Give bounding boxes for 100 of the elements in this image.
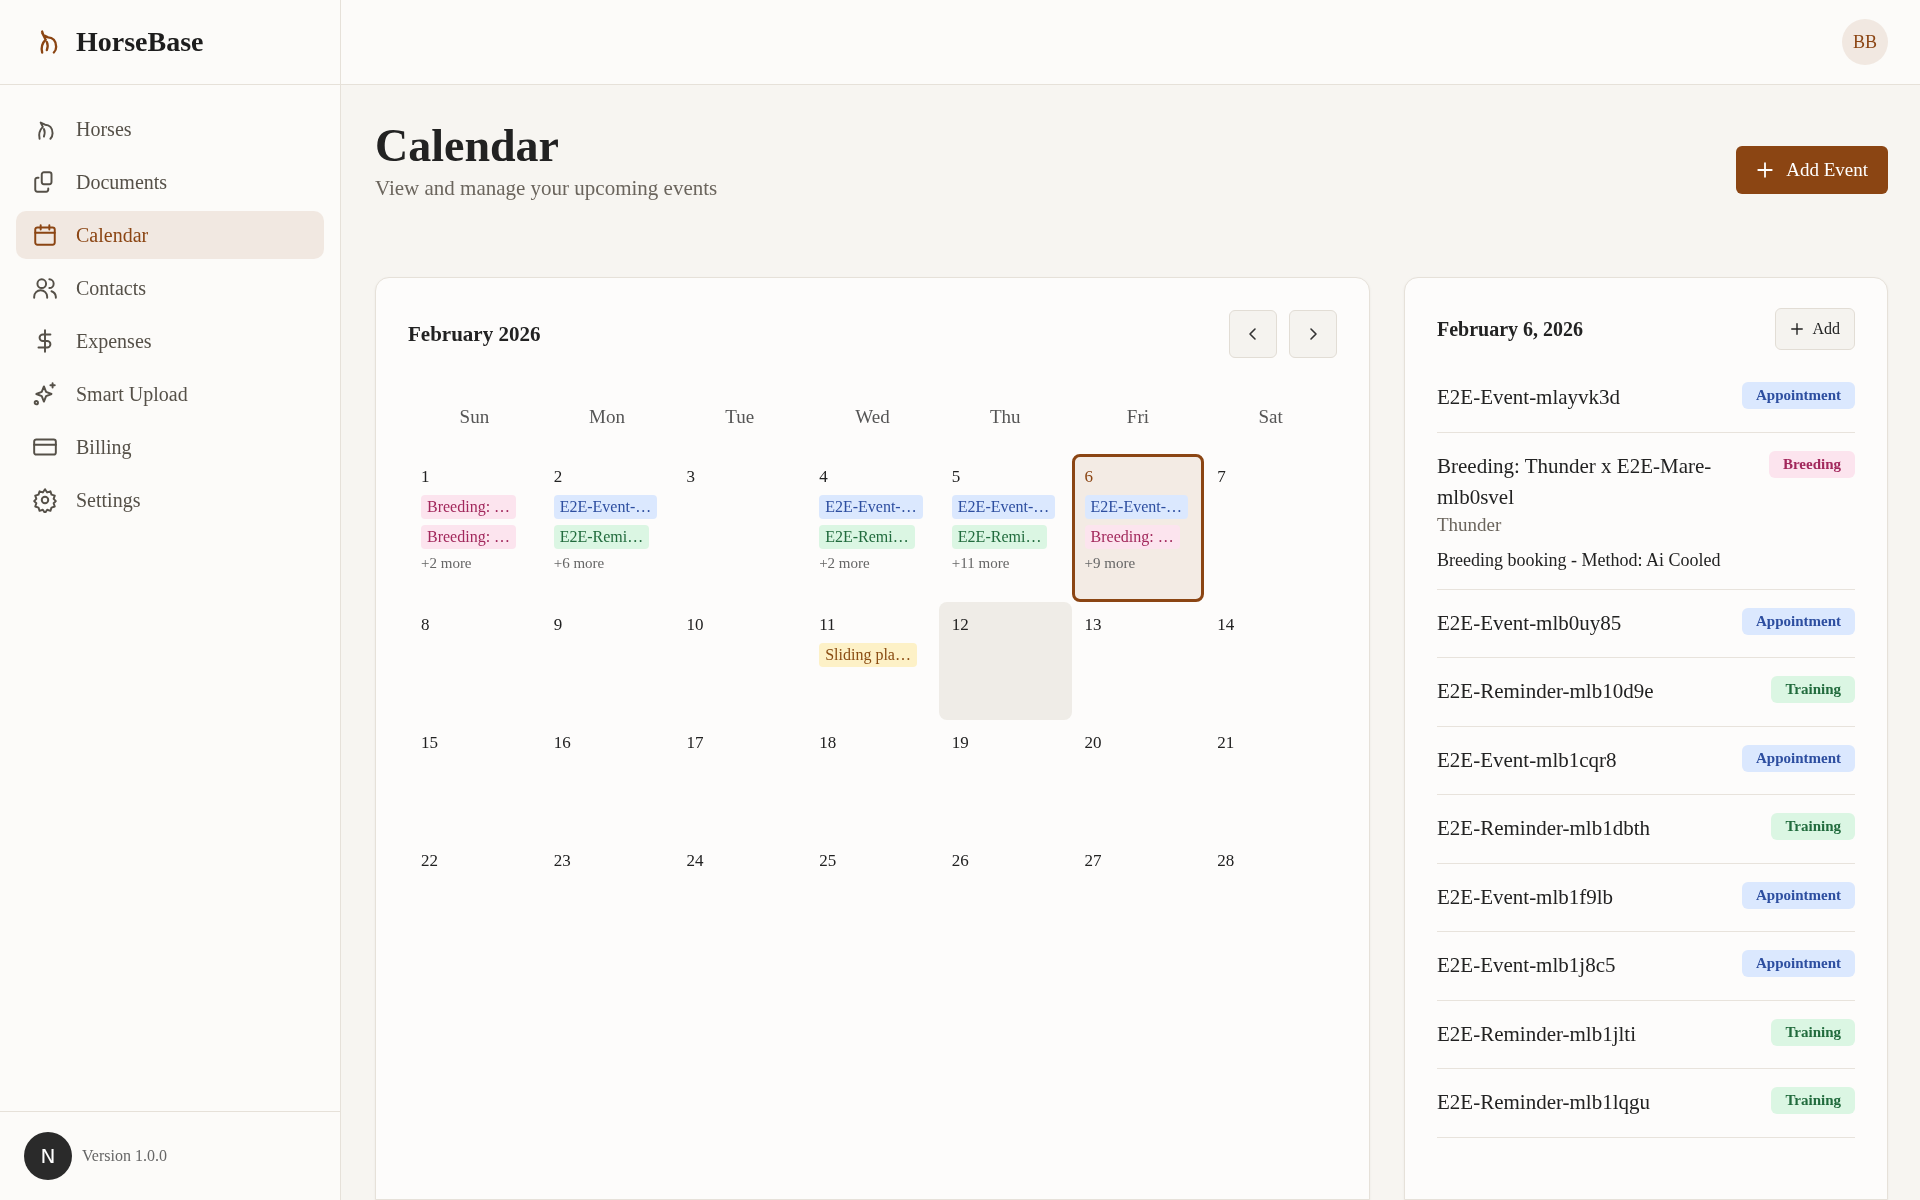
- sidebar-item[interactable]: Smart Upload: [16, 370, 324, 418]
- day-number: 3: [686, 467, 695, 487]
- event-chip[interactable]: E2E-Remi…: [819, 525, 915, 549]
- event-type-tag: Training: [1771, 676, 1855, 703]
- dev-tools-button[interactable]: N: [24, 1132, 72, 1180]
- more-events-link[interactable]: +11 more: [951, 555, 1010, 572]
- event-title[interactable]: E2E-Reminder-mlb1jlti: [1437, 1018, 1637, 1050]
- sidebar-item[interactable]: Horses: [16, 105, 324, 153]
- day-cell[interactable]: 15: [408, 720, 541, 838]
- day-cell[interactable]: 14: [1204, 602, 1337, 720]
- event-chip[interactable]: Breeding: …: [421, 495, 517, 519]
- event-title[interactable]: Breeding: Thunder x E2E-Mare-mlb0svel: [1437, 450, 1727, 514]
- day-cell[interactable]: 24: [673, 838, 807, 956]
- event-title[interactable]: E2E-Reminder-mlb1dbth: [1437, 813, 1651, 845]
- event-type-tag: Training: [1771, 813, 1855, 840]
- day-number: 5: [951, 467, 961, 487]
- day-cell[interactable]: 13: [1071, 602, 1205, 720]
- event-chip[interactable]: Breeding: …: [1084, 525, 1180, 549]
- version-text: Version 1.0.0: [82, 1147, 167, 1165]
- add-event-button[interactable]: Add Event: [1736, 146, 1888, 194]
- day-number: 7: [1217, 467, 1226, 487]
- day-cell[interactable]: 11 Sliding pla…: [806, 602, 939, 720]
- weekday-label: Fri: [1125, 405, 1150, 429]
- page-title: Calendar: [375, 119, 560, 172]
- day-cell[interactable]: 10: [673, 602, 807, 720]
- day-number: 2: [553, 467, 563, 487]
- day-cell[interactable]: 7: [1204, 454, 1337, 602]
- more-events-link[interactable]: +6 more: [553, 555, 605, 572]
- event-title[interactable]: E2E-Event-mlb1cqr8: [1437, 744, 1617, 776]
- sidebar-item[interactable]: Contacts: [16, 264, 324, 312]
- day-cell[interactable]: 5 E2E-Event-… E2E-Remi… +11 more: [938, 454, 1072, 602]
- day-cell[interactable]: 12: [938, 602, 1072, 720]
- day-cell[interactable]: 4 E2E-Event-… E2E-Remi… +2 more: [806, 454, 939, 602]
- sidebar-item[interactable]: Documents: [16, 158, 324, 206]
- weekday-label: Sun: [458, 405, 491, 429]
- day-cell[interactable]: 20: [1071, 720, 1205, 838]
- calendar-icon: [32, 222, 58, 248]
- more-events-link[interactable]: +2 more: [819, 555, 870, 572]
- event-chip[interactable]: Sliding pla…: [819, 643, 917, 667]
- event-title[interactable]: E2E-Event-mlb0uy85: [1437, 607, 1622, 639]
- sidebar-item[interactable]: Calendar: [16, 211, 324, 259]
- event-chip[interactable]: E2E-Event-…: [951, 495, 1056, 519]
- day-cell[interactable]: 2 E2E-Event-… E2E-Remi… +6 more: [540, 454, 674, 602]
- event-chip[interactable]: E2E-Event-…: [1084, 495, 1189, 519]
- event-chip[interactable]: Breeding: …: [421, 525, 517, 549]
- day-cell[interactable]: 6 E2E-Event-… Breeding: … +9 more: [1071, 454, 1205, 602]
- day-number: 19: [951, 733, 969, 753]
- weekday-label: Sat: [1257, 405, 1284, 429]
- weekday-label: Tue: [724, 405, 756, 429]
- previous-month-button[interactable]: [1229, 310, 1277, 358]
- day-cell[interactable]: 19: [938, 720, 1072, 838]
- page-subtitle: View and manage your upcoming events: [375, 176, 718, 201]
- day-number: 9: [553, 615, 563, 635]
- day-cell[interactable]: 25: [806, 838, 939, 956]
- day-cell[interactable]: 3: [673, 454, 807, 602]
- next-month-button[interactable]: [1289, 310, 1337, 358]
- add-button[interactable]: Add: [1775, 308, 1855, 350]
- event-title[interactable]: E2E-Reminder-mlb10d9e: [1437, 676, 1654, 708]
- day-cell[interactable]: 9: [540, 602, 674, 720]
- day-number: 25: [819, 851, 837, 871]
- user-avatar[interactable]: BB: [1842, 19, 1888, 65]
- day-cell[interactable]: 22: [408, 838, 541, 956]
- event-chip[interactable]: E2E-Event-…: [819, 495, 923, 519]
- event-title[interactable]: E2E-Event-mlb1f9lb: [1437, 881, 1614, 913]
- sidebar-item[interactable]: Expenses: [16, 317, 324, 365]
- day-number: 18: [819, 733, 837, 753]
- day-cell[interactable]: 23: [540, 838, 674, 956]
- event-chip[interactable]: E2E-Event-…: [553, 495, 658, 519]
- app-name: HorseBase: [76, 26, 204, 58]
- event-chip[interactable]: E2E-Remi…: [951, 525, 1048, 549]
- day-number: 21: [1217, 733, 1235, 753]
- day-number: 1: [421, 467, 430, 487]
- day-cell[interactable]: 21: [1204, 720, 1337, 838]
- weekday-label: Wed: [854, 405, 891, 429]
- weekday-label: Thu: [988, 405, 1022, 429]
- sidebar-item[interactable]: Billing: [16, 423, 324, 471]
- weekday-label: Mon: [588, 405, 626, 429]
- day-cell[interactable]: 28: [1204, 838, 1337, 956]
- day-cell[interactable]: 26: [938, 838, 1072, 956]
- day-cell[interactable]: 16: [540, 720, 674, 838]
- day-cell[interactable]: 18: [806, 720, 939, 838]
- day-number: 12: [951, 615, 969, 635]
- event-title[interactable]: E2E-Event-mlb1j8c5: [1437, 950, 1616, 982]
- day-cell[interactable]: 1 Breeding: … Breeding: … +2 more: [408, 454, 541, 602]
- day-cell[interactable]: 8: [408, 602, 541, 720]
- day-number: 28: [1217, 851, 1235, 871]
- day-number: 8: [421, 615, 430, 635]
- event-chip[interactable]: E2E-Remi…: [553, 525, 650, 549]
- sidebar-item[interactable]: Settings: [16, 476, 324, 524]
- day-cell[interactable]: 17: [673, 720, 807, 838]
- event-title[interactable]: E2E-Reminder-mlb1lqgu: [1437, 1087, 1651, 1119]
- day-number: 20: [1084, 733, 1102, 753]
- event-title[interactable]: E2E-Event-mlayvk3d: [1437, 382, 1621, 414]
- more-events-link[interactable]: +2 more: [421, 555, 472, 572]
- more-events-link[interactable]: +9 more: [1084, 555, 1136, 572]
- sparkles-icon: [32, 381, 58, 407]
- day-cell[interactable]: 27: [1071, 838, 1205, 956]
- day-number: 17: [686, 733, 704, 753]
- plus-icon: [1790, 322, 1805, 336]
- day-number: 24: [686, 851, 704, 871]
